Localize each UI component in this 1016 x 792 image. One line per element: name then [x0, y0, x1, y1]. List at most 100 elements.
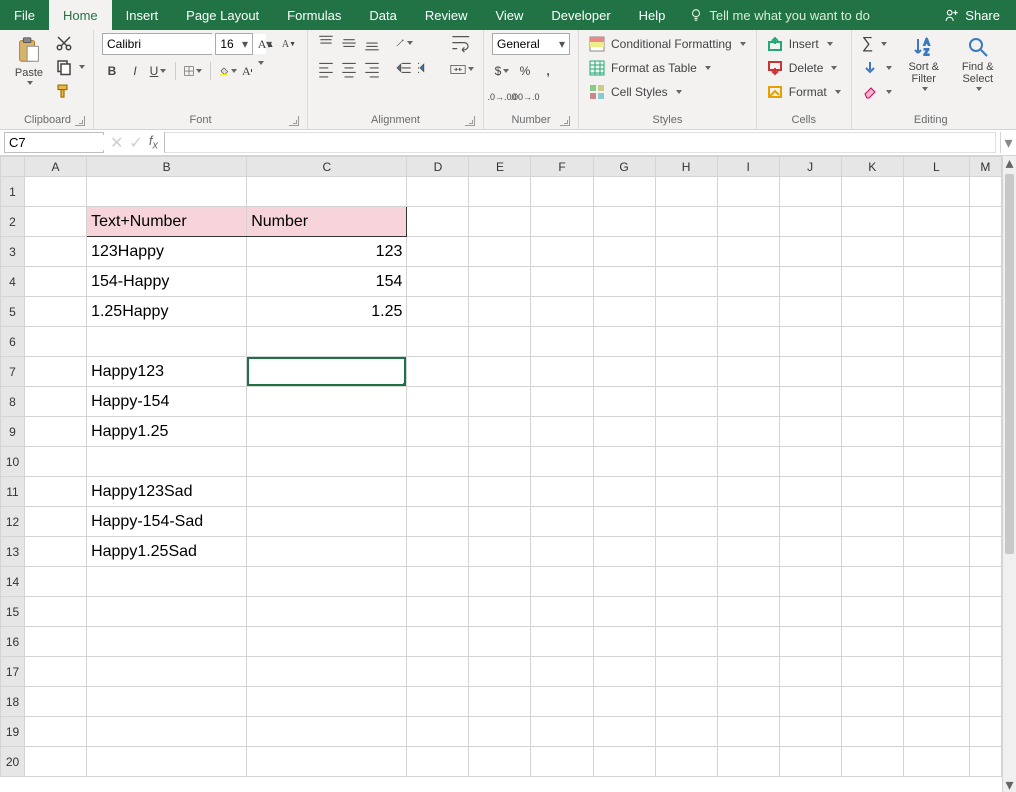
- fill-color-button[interactable]: [218, 61, 238, 81]
- cell-A14[interactable]: [25, 567, 87, 597]
- wrap-text-button[interactable]: [449, 33, 475, 53]
- find-select-button[interactable]: Find & Select: [954, 33, 1002, 91]
- font-size-select[interactable]: ▾: [215, 33, 253, 55]
- cell-D15[interactable]: [407, 597, 469, 627]
- chevron-down-icon[interactable]: [79, 65, 85, 69]
- cell-H1[interactable]: [655, 177, 717, 207]
- cell-C20[interactable]: [247, 747, 407, 777]
- cell-J7[interactable]: [779, 357, 841, 387]
- row-header-2[interactable]: 2: [1, 207, 25, 237]
- cell-B4[interactable]: 154-Happy: [87, 267, 247, 297]
- cell-B13[interactable]: Happy1.25Sad: [87, 537, 247, 567]
- cell-M16[interactable]: [969, 627, 1001, 657]
- cell-I12[interactable]: [717, 507, 779, 537]
- cell-D19[interactable]: [407, 717, 469, 747]
- cell-C9[interactable]: [247, 417, 407, 447]
- cell-M12[interactable]: [969, 507, 1001, 537]
- cell-M5[interactable]: [969, 297, 1001, 327]
- cell-I17[interactable]: [717, 657, 779, 687]
- accounting-format-button[interactable]: $: [492, 61, 512, 81]
- scrollbar-thumb[interactable]: [1005, 174, 1014, 554]
- cell-K17[interactable]: [841, 657, 903, 687]
- cell-I10[interactable]: [717, 447, 779, 477]
- cell-E8[interactable]: [469, 387, 531, 417]
- cell-E14[interactable]: [469, 567, 531, 597]
- cell-J3[interactable]: [779, 237, 841, 267]
- paste-button[interactable]: Paste: [10, 33, 48, 85]
- cell-B17[interactable]: [87, 657, 247, 687]
- cell-B7[interactable]: Happy123: [87, 357, 247, 387]
- format-painter-button[interactable]: [54, 81, 74, 101]
- cell-F17[interactable]: [531, 657, 593, 687]
- cell-M11[interactable]: [969, 477, 1001, 507]
- cell-H10[interactable]: [655, 447, 717, 477]
- scroll-down-arrow-icon[interactable]: ▾: [1003, 778, 1016, 792]
- tab-home[interactable]: Home: [49, 0, 112, 30]
- tab-help[interactable]: Help: [625, 0, 680, 30]
- autosum-button[interactable]: ∑: [860, 33, 894, 55]
- fill-button[interactable]: [860, 57, 894, 79]
- row-header-12[interactable]: 12: [1, 507, 25, 537]
- increase-indent-button[interactable]: [417, 59, 437, 79]
- clear-button[interactable]: [860, 81, 894, 103]
- cell-C6[interactable]: [247, 327, 407, 357]
- cell-I6[interactable]: [717, 327, 779, 357]
- row-header-8[interactable]: 8: [1, 387, 25, 417]
- cell-E15[interactable]: [469, 597, 531, 627]
- cell-J19[interactable]: [779, 717, 841, 747]
- borders-button[interactable]: [183, 61, 203, 81]
- cell-D16[interactable]: [407, 627, 469, 657]
- column-header-D[interactable]: D: [407, 157, 469, 177]
- cell-F9[interactable]: [531, 417, 593, 447]
- cell-C10[interactable]: [247, 447, 407, 477]
- cell-L8[interactable]: [903, 387, 969, 417]
- row-header-5[interactable]: 5: [1, 297, 25, 327]
- cell-M13[interactable]: [969, 537, 1001, 567]
- cell-G1[interactable]: [593, 177, 655, 207]
- fill-handle[interactable]: [403, 383, 407, 387]
- cell-H19[interactable]: [655, 717, 717, 747]
- cell-E1[interactable]: [469, 177, 531, 207]
- cell-D20[interactable]: [407, 747, 469, 777]
- cell-H12[interactable]: [655, 507, 717, 537]
- cell-D9[interactable]: [407, 417, 469, 447]
- cell-A11[interactable]: [25, 477, 87, 507]
- cell-I2[interactable]: [717, 207, 779, 237]
- column-header-B[interactable]: B: [87, 157, 247, 177]
- cell-G19[interactable]: [593, 717, 655, 747]
- cell-L11[interactable]: [903, 477, 969, 507]
- cell-K3[interactable]: [841, 237, 903, 267]
- cell-E20[interactable]: [469, 747, 531, 777]
- cell-D10[interactable]: [407, 447, 469, 477]
- cell-G20[interactable]: [593, 747, 655, 777]
- cell-J4[interactable]: [779, 267, 841, 297]
- format-cells-button[interactable]: Format: [765, 81, 843, 103]
- cell-H17[interactable]: [655, 657, 717, 687]
- cell-M3[interactable]: [969, 237, 1001, 267]
- cell-J14[interactable]: [779, 567, 841, 597]
- cell-A5[interactable]: [25, 297, 87, 327]
- row-header-17[interactable]: 17: [1, 657, 25, 687]
- cell-L18[interactable]: [903, 687, 969, 717]
- cell-L5[interactable]: [903, 297, 969, 327]
- cell-B11[interactable]: Happy123Sad: [87, 477, 247, 507]
- cell-F3[interactable]: [531, 237, 593, 267]
- cell-J18[interactable]: [779, 687, 841, 717]
- cell-J8[interactable]: [779, 387, 841, 417]
- cell-B8[interactable]: Happy-154: [87, 387, 247, 417]
- cell-H13[interactable]: [655, 537, 717, 567]
- cell-D4[interactable]: [407, 267, 469, 297]
- cell-G2[interactable]: [593, 207, 655, 237]
- dialog-launcher-icon[interactable]: [289, 116, 299, 126]
- cell-L14[interactable]: [903, 567, 969, 597]
- tab-developer[interactable]: Developer: [537, 0, 624, 30]
- cell-M10[interactable]: [969, 447, 1001, 477]
- cell-J5[interactable]: [779, 297, 841, 327]
- cell-H7[interactable]: [655, 357, 717, 387]
- cell-C11[interactable]: [247, 477, 407, 507]
- cell-B14[interactable]: [87, 567, 247, 597]
- select-all-corner[interactable]: [1, 157, 25, 177]
- cell-D6[interactable]: [407, 327, 469, 357]
- cell-K11[interactable]: [841, 477, 903, 507]
- cell-B15[interactable]: [87, 597, 247, 627]
